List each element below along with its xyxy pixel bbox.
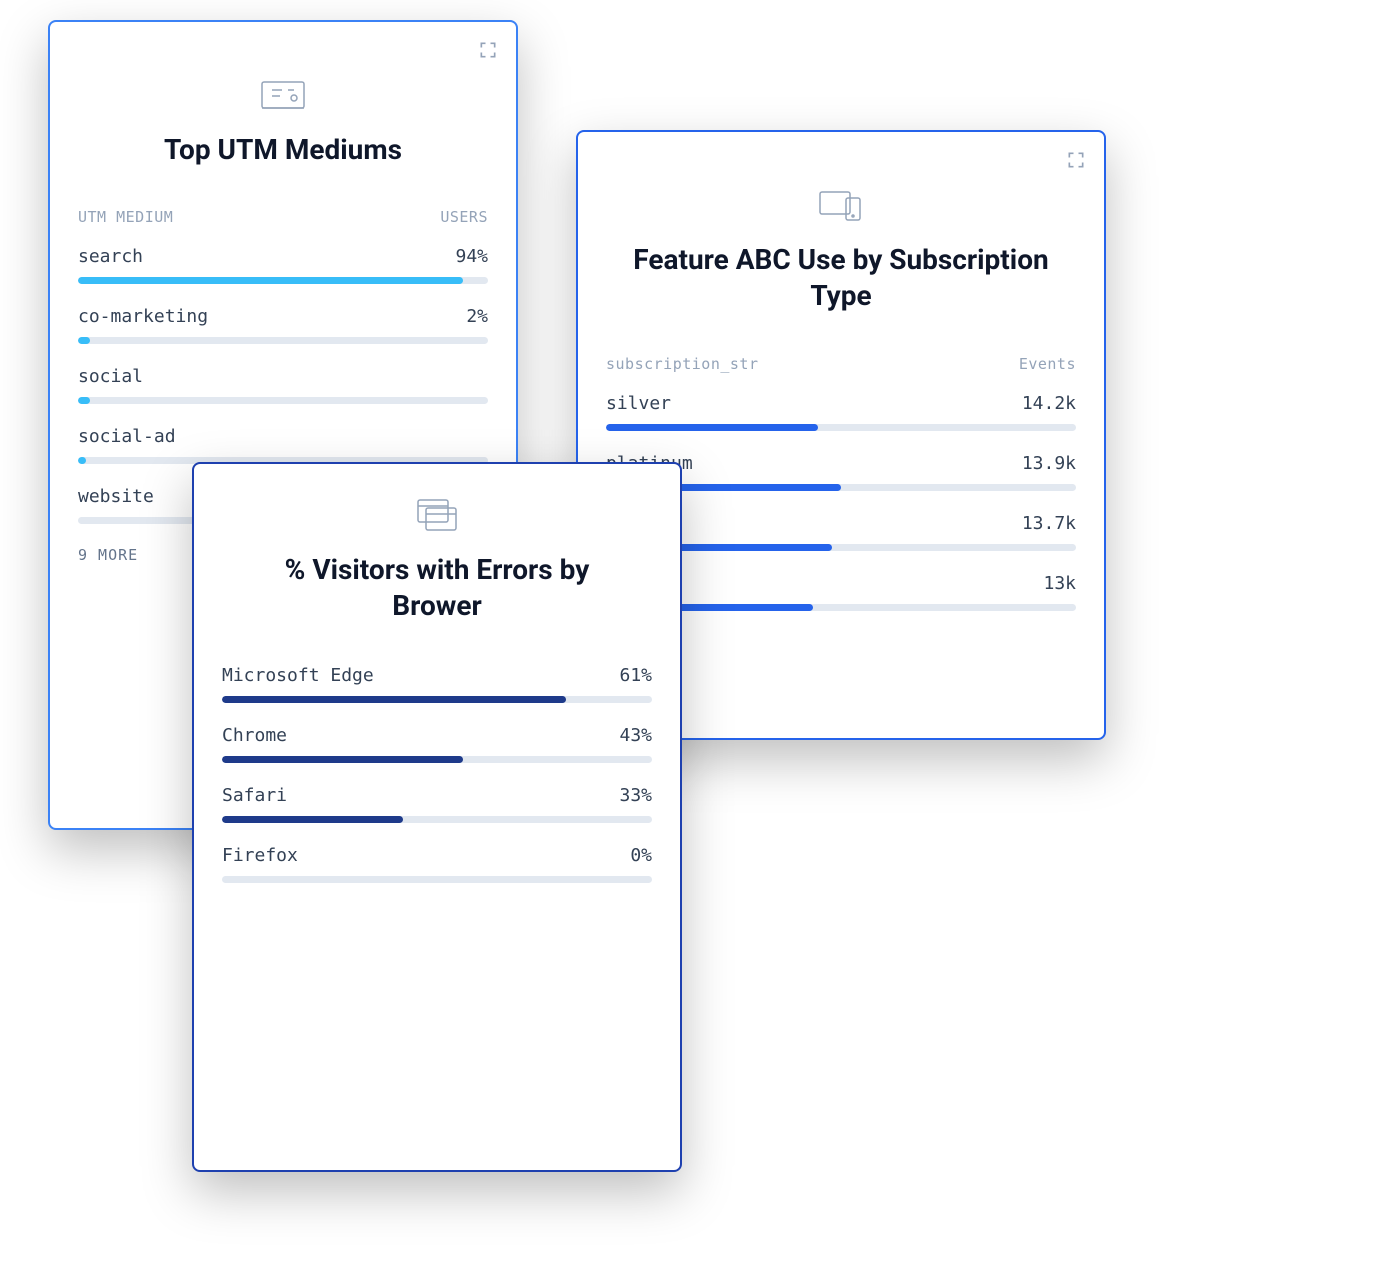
data-row: social (78, 366, 488, 404)
col-right: USERS (440, 208, 488, 226)
data-row: Chrome 43% (222, 725, 652, 763)
expand-button[interactable] (1066, 150, 1086, 170)
bar-fill (222, 756, 463, 763)
bar-fill (78, 457, 86, 464)
bar-fill (222, 696, 566, 703)
row-value: 0% (630, 845, 652, 866)
data-row: Firefox 0% (222, 845, 652, 883)
row-value: 13.9k (1022, 453, 1076, 474)
column-headers: subscription_str Events (606, 355, 1076, 373)
row-label: silver (606, 393, 671, 414)
col-left: subscription_str (606, 355, 759, 373)
bar-track (222, 816, 652, 823)
row-label: search (78, 246, 143, 267)
row-label: Firefox (222, 845, 298, 866)
row-value: 61% (619, 665, 652, 686)
bar-track (78, 277, 488, 284)
row-label: Microsoft Edge (222, 665, 374, 686)
row-value: 14.2k (1022, 393, 1076, 414)
row-label: co-marketing (78, 306, 208, 327)
bar-track (78, 397, 488, 404)
column-headers: UTM MEDIUM USERS (78, 208, 488, 226)
row-label: Chrome (222, 725, 287, 746)
bar-fill (606, 424, 818, 431)
bar-track (222, 756, 652, 763)
bar-fill (78, 397, 90, 404)
row-value: 33% (619, 785, 652, 806)
devices-icon (606, 186, 1076, 224)
bar-track (222, 696, 652, 703)
row-label: website (78, 486, 154, 507)
data-row: Microsoft Edge 61% (222, 665, 652, 703)
col-left: UTM MEDIUM (78, 208, 173, 226)
bar-track (222, 876, 652, 883)
row-value: 13.7k (1022, 513, 1076, 534)
data-row: social-ad (78, 426, 488, 464)
data-row: silver 14.2k (606, 393, 1076, 431)
data-row: co-marketing 2% (78, 306, 488, 344)
rows-container: Microsoft Edge 61% Chrome 43% Safari 33% Firef… (222, 665, 652, 883)
expand-button[interactable] (478, 40, 498, 60)
row-label: social (78, 366, 143, 387)
data-row: search 94% (78, 246, 488, 284)
row-value: 2% (466, 306, 488, 327)
browser-windows-icon (222, 496, 652, 534)
card-title: Feature ABC Use by Subscription Type (606, 242, 1076, 315)
bar-fill (222, 816, 403, 823)
card-title: Top UTM Mediums (78, 132, 488, 168)
card-title: % Visitors with Errors by Brower (222, 552, 652, 625)
col-right: Events (1019, 355, 1076, 373)
row-value: 94% (455, 246, 488, 267)
row-value: 13k (1043, 573, 1076, 594)
bar-fill (78, 337, 90, 344)
utm-link-icon (78, 76, 488, 114)
bar-track (606, 424, 1076, 431)
row-label: Safari (222, 785, 287, 806)
card-errors-browser: % Visitors with Errors by Brower Microso… (192, 462, 682, 1172)
row-value: 43% (619, 725, 652, 746)
data-row: Safari 33% (222, 785, 652, 823)
row-label: social-ad (78, 426, 176, 447)
bar-track (78, 337, 488, 344)
bar-fill (78, 277, 463, 284)
